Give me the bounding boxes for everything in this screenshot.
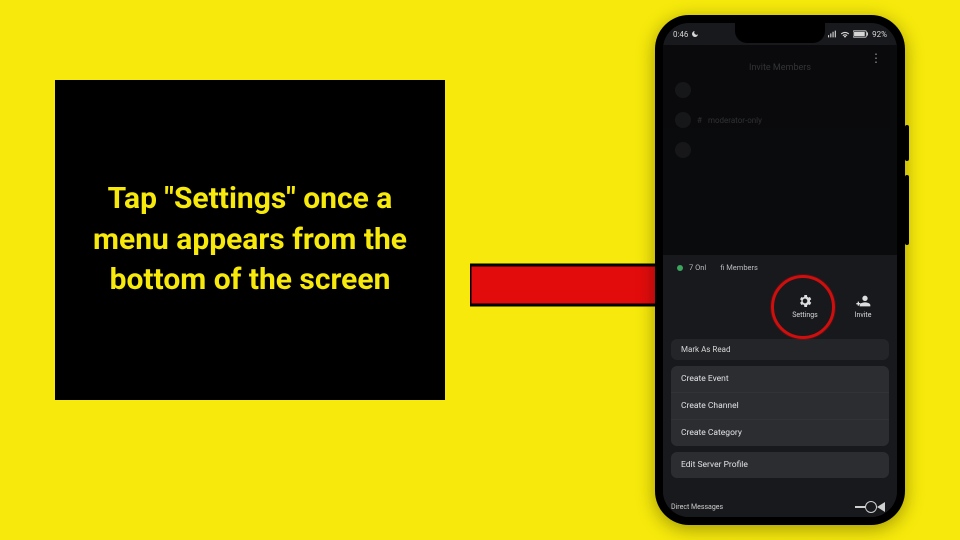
instruction-panel: Tap "Settings" once a menu appears from … bbox=[55, 80, 445, 400]
bottom-sheet: Mark As Read Create Event Create Channel… bbox=[663, 335, 897, 517]
profile-menu-card: Edit Server Profile bbox=[671, 452, 889, 478]
online-count: 7 Onl bbox=[689, 263, 706, 272]
invite-button[interactable]: Invite bbox=[835, 281, 891, 331]
nav-recent-button[interactable] bbox=[855, 506, 865, 508]
edit-server-profile-item[interactable]: Edit Server Profile bbox=[671, 452, 889, 478]
create-event-item[interactable]: Create Event bbox=[671, 366, 889, 393]
android-nav-bar: Direct Messages bbox=[663, 497, 897, 517]
phone-screen: 0:46 92% bbox=[663, 23, 897, 517]
nav-label: Direct Messages bbox=[671, 503, 723, 511]
modal-backdrop[interactable] bbox=[663, 45, 897, 255]
status-battery-pct: 92% bbox=[872, 30, 887, 39]
members-count: fi Members bbox=[720, 263, 758, 272]
nav-home-button[interactable] bbox=[865, 501, 877, 513]
battery-icon bbox=[853, 30, 869, 38]
instruction-text: Tap "Settings" once a menu appears from … bbox=[80, 179, 420, 301]
moon-icon bbox=[691, 30, 699, 38]
add-user-icon bbox=[855, 293, 871, 309]
more-icon[interactable]: ⋮ bbox=[870, 51, 883, 65]
settings-highlight-circle bbox=[771, 275, 835, 339]
member-count-row: 7 Onl fi Members bbox=[663, 263, 897, 272]
mark-as-read-button[interactable]: Mark As Read bbox=[671, 339, 889, 360]
status-time: 0:46 bbox=[673, 30, 688, 39]
nav-back-button[interactable] bbox=[877, 502, 885, 512]
phone-notch bbox=[735, 23, 825, 43]
signal-icon bbox=[828, 30, 837, 38]
phone-frame: 0:46 92% bbox=[655, 15, 905, 525]
invite-label: Invite bbox=[855, 311, 872, 319]
create-category-item[interactable]: Create Category bbox=[671, 420, 889, 446]
create-menu-card: Create Event Create Channel Create Categ… bbox=[671, 366, 889, 446]
online-indicator-icon bbox=[677, 265, 683, 271]
wifi-icon bbox=[840, 30, 850, 38]
create-channel-item[interactable]: Create Channel bbox=[671, 393, 889, 420]
